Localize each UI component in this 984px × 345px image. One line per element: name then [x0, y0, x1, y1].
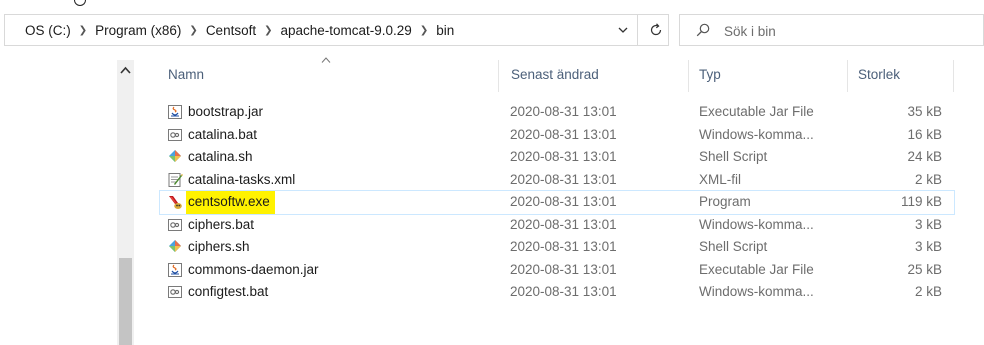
file-type: Windows-komma...	[699, 284, 814, 299]
tomcat-exe-icon	[169, 196, 182, 209]
breadcrumb-os-c[interactable]: OS (C:)	[23, 23, 73, 38]
file-type: Program	[699, 194, 751, 209]
file-size: 2 kB	[914, 171, 942, 187]
file-type: Windows-komma...	[699, 126, 814, 142]
search-box[interactable]	[679, 14, 984, 46]
file-row[interactable]: configtest.bat 2020-08-31 13:01 Windows-…	[160, 281, 954, 304]
file-name: catalina-tasks.xml	[188, 171, 296, 187]
column-header-size[interactable]: Storlek	[858, 60, 900, 92]
breadcrumb-program-x86[interactable]: Program (x86)	[93, 23, 183, 38]
file-name: centsoftw.exe	[186, 191, 275, 214]
file-name: catalina.sh	[188, 149, 253, 164]
breadcrumb-bin[interactable]: bin	[434, 23, 456, 38]
column-header-name[interactable]: Namn	[168, 60, 204, 92]
column-divider[interactable]	[953, 60, 954, 92]
jar-file-icon	[168, 262, 182, 277]
navigation-scrollbar[interactable]	[117, 60, 134, 345]
jar-file-icon	[168, 105, 182, 119]
file-modified: 2020-08-31 13:01	[510, 149, 617, 164]
file-modified: 2020-08-31 13:01	[510, 104, 617, 119]
cropped-title-glyph	[74, 0, 86, 6]
file-row[interactable]: bootstrap.jar 2020-08-31 13:01 Executabl…	[160, 101, 954, 124]
file-modified: 2020-08-31 13:01	[510, 171, 617, 187]
column-header-modified[interactable]: Senast ändrad	[511, 60, 599, 92]
file-name: ciphers.sh	[188, 239, 250, 254]
column-divider[interactable]	[847, 60, 848, 92]
file-type: Shell Script	[699, 239, 768, 254]
scrollbar-thumb[interactable]	[119, 258, 132, 345]
sort-ascending-icon	[321, 57, 331, 63]
file-type: Executable Jar File	[699, 104, 814, 119]
column-divider[interactable]	[498, 60, 499, 92]
batch-file-icon	[168, 218, 182, 231]
breadcrumb-centsoft[interactable]: Centsoft	[204, 23, 258, 38]
file-name: bootstrap.jar	[188, 104, 264, 119]
file-type: Windows-komma...	[699, 216, 814, 232]
search-icon	[696, 23, 710, 37]
column-header-type[interactable]: Typ	[699, 60, 721, 92]
column-header-row: Namn Senast ändrad Typ Storlek	[0, 60, 984, 92]
file-row[interactable]: catalina-tasks.xml 2020-08-31 13:01 XML-…	[160, 169, 954, 192]
search-input[interactable]	[722, 19, 966, 43]
breadcrumb-apache-tomcat[interactable]: apache-tomcat-9.0.29	[278, 23, 413, 38]
file-modified: 2020-08-31 13:01	[510, 284, 617, 299]
file-row[interactable]: ciphers.bat 2020-08-31 13:01 Windows-kom…	[160, 214, 954, 237]
breadcrumb-separator-icon[interactable]: ❯	[183, 25, 203, 36]
file-modified: 2020-08-31 13:01	[510, 216, 617, 232]
breadcrumb-separator-icon[interactable]: ❯	[414, 25, 434, 36]
file-name: configtest.bat	[188, 284, 269, 299]
file-size: 35 kB	[907, 104, 942, 119]
file-modified: 2020-08-31 13:01	[510, 261, 617, 277]
file-size: 3 kB	[914, 216, 942, 232]
file-row[interactable]: catalina.bat 2020-08-31 13:01 Windows-ko…	[160, 124, 954, 147]
file-row[interactable]: catalina.sh 2020-08-31 13:01 Shell Scrip…	[160, 146, 954, 169]
refresh-icon[interactable]	[648, 22, 664, 38]
file-size: 16 kB	[907, 126, 942, 142]
file-name: ciphers.bat	[188, 216, 255, 232]
file-type: Shell Script	[699, 149, 768, 164]
batch-file-icon	[168, 128, 182, 141]
file-row-selected[interactable]: centsoftw.exe 2020-08-31 13:01 Program 1…	[159, 190, 955, 215]
shell-script-icon	[169, 240, 181, 252]
file-modified: 2020-08-31 13:01	[510, 126, 617, 142]
file-list: bootstrap.jar 2020-08-31 13:01 Executabl…	[159, 101, 955, 304]
file-size: 25 kB	[907, 261, 942, 277]
column-divider[interactable]	[688, 60, 689, 92]
file-name: catalina.bat	[188, 126, 258, 142]
file-name: commons-daemon.jar	[188, 261, 319, 277]
chevron-down-icon[interactable]	[617, 24, 629, 36]
file-size: 3 kB	[914, 239, 942, 254]
shell-script-icon	[169, 150, 181, 162]
breadcrumb-separator-icon[interactable]: ❯	[73, 25, 93, 36]
file-type: Executable Jar File	[699, 261, 814, 277]
file-row[interactable]: commons-daemon.jar 2020-08-31 13:01 Exec…	[160, 259, 954, 282]
file-size: 119 kB	[900, 194, 942, 209]
address-bar[interactable]: OS (C:) ❯ Program (x86) ❯ Centsoft ❯ apa…	[4, 14, 669, 46]
file-size: 2 kB	[914, 284, 942, 299]
window-top-strip	[0, 0, 984, 12]
xml-file-icon	[168, 172, 183, 187]
file-type: XML-fil	[699, 171, 742, 187]
breadcrumb-separator-icon[interactable]: ❯	[258, 25, 278, 36]
file-row[interactable]: ciphers.sh 2020-08-31 13:01 Shell Script…	[160, 236, 954, 259]
file-modified: 2020-08-31 13:01	[510, 239, 617, 254]
file-size: 24 kB	[907, 149, 942, 164]
file-modified: 2020-08-31 13:01	[510, 194, 617, 209]
address-divider	[637, 15, 638, 45]
batch-file-icon	[168, 286, 182, 298]
breadcrumb: OS (C:) ❯ Program (x86) ❯ Centsoft ❯ apa…	[23, 15, 456, 45]
